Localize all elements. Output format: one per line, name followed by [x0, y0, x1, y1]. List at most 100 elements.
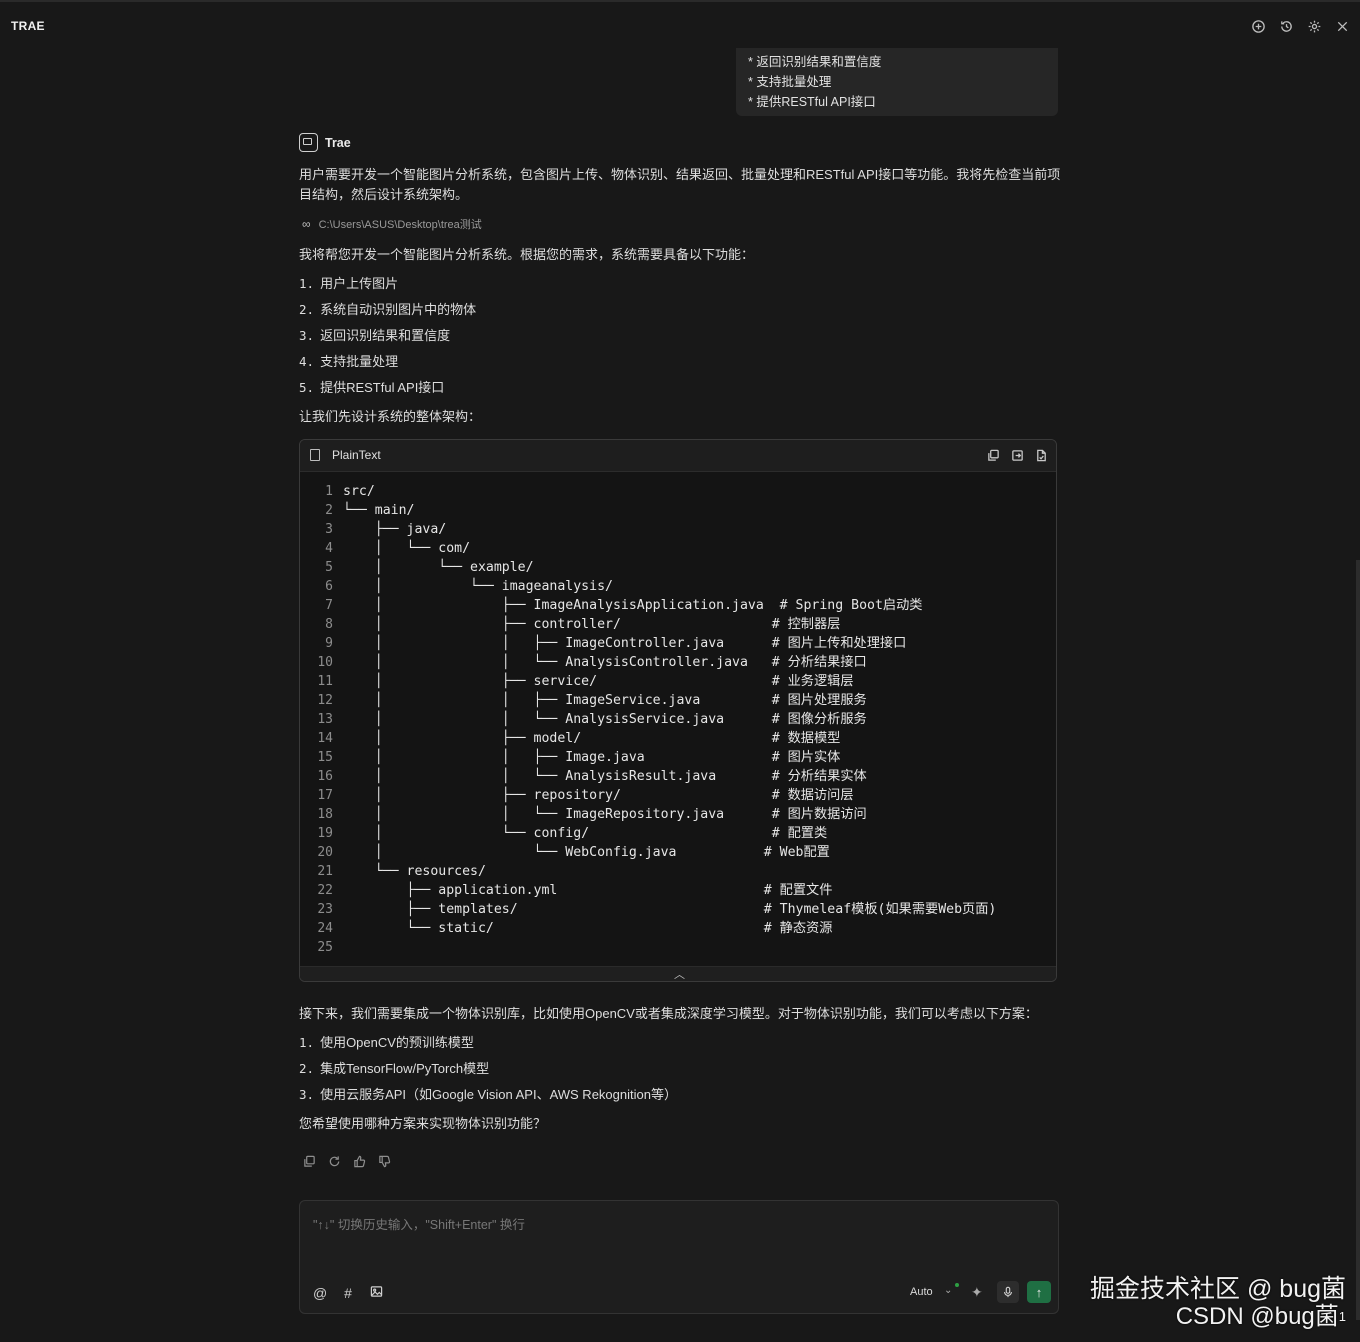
- watermark-line-1: 掘金技术社区 @ bug菌: [1090, 1275, 1346, 1303]
- thumbs-up-icon[interactable]: [353, 1155, 366, 1171]
- feature-item: 1. 用户上传图片: [299, 276, 399, 291]
- line-number: 24: [317, 921, 333, 936]
- mic-icon: [1004, 1286, 1012, 1298]
- line-number: 25: [317, 940, 333, 955]
- link-icon: ∞: [302, 217, 311, 231]
- code-text: │ └── config/ # 配置类: [343, 826, 828, 841]
- send-icon: ↑: [1035, 1284, 1043, 1300]
- image-icon[interactable]: [369, 1285, 383, 1301]
- code-line: 9 │ │ ├── ImageController.java # 图片上传和处理…: [300, 634, 1056, 653]
- code-collapse-bar[interactable]: ︿: [300, 966, 1056, 981]
- code-line: 23 ├── templates/ # Thymeleaf模板(如果需要Web页…: [300, 900, 1056, 919]
- line-number: 12: [317, 693, 333, 708]
- code-line: 6 │ └── imageanalysis/: [300, 577, 1056, 596]
- code-text: │ │ ├── ImageController.java # 图片上传和处理接口: [343, 636, 907, 651]
- sparkle-icon[interactable]: ✦: [971, 1284, 983, 1301]
- send-button[interactable]: ↑: [1027, 1281, 1051, 1303]
- code-line: 14 │ ├── model/ # 数据模型: [300, 729, 1056, 748]
- line-number: 19: [317, 826, 333, 841]
- line-number: 1: [325, 484, 333, 499]
- code-text: └── main/: [343, 503, 415, 518]
- code-line: 22 ├── application.yml # 配置文件: [300, 881, 1056, 900]
- feature-item: 4. 支持批量处理: [299, 354, 399, 369]
- trae-avatar-icon: [299, 133, 318, 152]
- code-line: 24 └── static/ # 静态资源: [300, 919, 1056, 938]
- code-text: │ │ └── AnalysisResult.java # 分析结果实体: [343, 769, 867, 784]
- feature-item: 2. 系统自动识别图片中的物体: [299, 302, 477, 317]
- code-text: │ ├── controller/ # 控制器层: [343, 617, 841, 632]
- code-line: 5 │ └── example/: [300, 558, 1056, 577]
- code-text: │ │ ├── Image.java # 图片实体: [343, 750, 841, 765]
- assistant-header: Trae: [299, 133, 351, 152]
- code-line: 13 │ │ └── AnalysisService.java # 图像分析服务: [300, 710, 1056, 729]
- message-feedback-actions: [303, 1155, 391, 1171]
- title-bar-actions: [1250, 18, 1350, 34]
- scrollbar[interactable]: [1356, 560, 1360, 1320]
- line-number: 17: [317, 788, 333, 803]
- code-line: 4 │ └── com/: [300, 539, 1056, 558]
- line-number: 13: [317, 712, 333, 727]
- hash-icon[interactable]: #: [341, 1285, 355, 1301]
- chevron-down-icon[interactable]: ⌄: [944, 1285, 952, 1296]
- code-text: │ │ └── AnalysisController.java # 分析结果接口: [343, 655, 867, 670]
- line-number: 3: [325, 522, 333, 537]
- history-icon[interactable]: [1278, 18, 1294, 34]
- code-line: 8 │ ├── controller/ # 控制器层: [300, 615, 1056, 634]
- apply-icon[interactable]: [1034, 448, 1048, 462]
- feature-item: 3. 返回识别结果和置信度: [299, 328, 451, 343]
- code-text: ├── java/: [343, 522, 447, 537]
- insert-icon[interactable]: [1010, 448, 1024, 462]
- user-message-line: * 返回识别结果和置信度: [748, 55, 882, 69]
- mention-icon[interactable]: @: [313, 1285, 327, 1301]
- line-number: 16: [317, 769, 333, 784]
- code-text: │ ├── service/ # 业务逻辑层: [343, 674, 854, 689]
- code-text: │ ├── ImageAnalysisApplication.java # Sp…: [343, 598, 923, 613]
- settings-icon[interactable]: [1306, 18, 1322, 34]
- close-icon[interactable]: [1334, 18, 1350, 34]
- code-text: │ │ └── AnalysisService.java # 图像分析服务: [343, 712, 867, 727]
- code-text: │ ├── repository/ # 数据访问层: [343, 788, 854, 803]
- assistant-name: Trae: [325, 135, 351, 150]
- code-line: 20 │ └── WebConfig.java # Web配置: [300, 843, 1056, 862]
- option-item: 3. 使用云服务API（如Google Vision API、AWS Rekogn…: [299, 1087, 677, 1102]
- chevron-up-icon[interactable]: ︿: [674, 966, 685, 981]
- code-line: 12 │ │ ├── ImageService.java # 图片处理服务: [300, 691, 1056, 710]
- line-number: 7: [325, 598, 333, 613]
- code-text: ├── application.yml # 配置文件: [343, 883, 833, 898]
- code-line: 11 │ ├── service/ # 业务逻辑层: [300, 672, 1056, 691]
- new-chat-icon[interactable]: [1250, 18, 1266, 34]
- code-block-header: PlainText: [300, 440, 1056, 472]
- title-bar: TRAE: [0, 2, 1360, 48]
- copy-icon[interactable]: [303, 1155, 316, 1171]
- line-number: 4: [325, 541, 333, 556]
- code-line: 21 └── resources/: [300, 862, 1056, 881]
- code-line: 10 │ │ └── AnalysisController.java # 分析结…: [300, 653, 1056, 672]
- thumbs-down-icon[interactable]: [378, 1155, 391, 1171]
- workspace-path-row[interactable]: ∞ C:\Users\ASUS\Desktop\trea测试: [302, 216, 482, 232]
- line-number: 21: [317, 864, 333, 879]
- design-intro: 让我们先设计系统的整体架构：: [299, 409, 482, 424]
- code-line: 19 │ └── config/ # 配置类: [300, 824, 1056, 843]
- option-item: 2. 集成TensorFlow/PyTorch模型: [299, 1061, 490, 1076]
- code-text: ├── templates/ # Thymeleaf模板(如果需要Web页面): [343, 902, 997, 917]
- status-dot: [955, 1283, 959, 1287]
- line-number: 2: [325, 503, 333, 518]
- mic-button[interactable]: [997, 1281, 1019, 1303]
- copy-icon[interactable]: [986, 448, 1000, 462]
- code-language-label: PlainText: [332, 448, 381, 462]
- code-line: 1 src/: [300, 482, 1056, 501]
- line-number: 8: [325, 617, 333, 632]
- chat-input-box[interactable]: "↑↓" 切换历史输入，"Shift+Enter" 换行 @ # Auto ⌄ …: [299, 1200, 1059, 1314]
- code-text: │ └── imageanalysis/: [343, 579, 613, 594]
- code-line: 7 │ ├── ImageAnalysisApplication.java # …: [300, 596, 1056, 615]
- chat-input-placeholder[interactable]: "↑↓" 切换历史输入，"Shift+Enter" 换行: [313, 1214, 525, 1233]
- regenerate-icon[interactable]: [328, 1155, 341, 1171]
- options-intro: 接下来，我们需要集成一个物体识别库，比如使用OpenCV或者集成深度学习模型。对…: [299, 1006, 1038, 1021]
- mode-selector[interactable]: Auto: [910, 1286, 933, 1298]
- workspace-path[interactable]: C:\Users\ASUS\Desktop\trea测试: [319, 216, 482, 232]
- file-icon: [310, 449, 320, 461]
- code-line: 3 ├── java/: [300, 520, 1056, 539]
- code-text: │ └── com/: [343, 541, 471, 556]
- code-body: 1 src/2 └── main/3 ├── java/4 │ └── com/5 …: [300, 482, 1056, 957]
- option-item: 1. 使用OpenCV的预训练模型: [299, 1035, 474, 1050]
